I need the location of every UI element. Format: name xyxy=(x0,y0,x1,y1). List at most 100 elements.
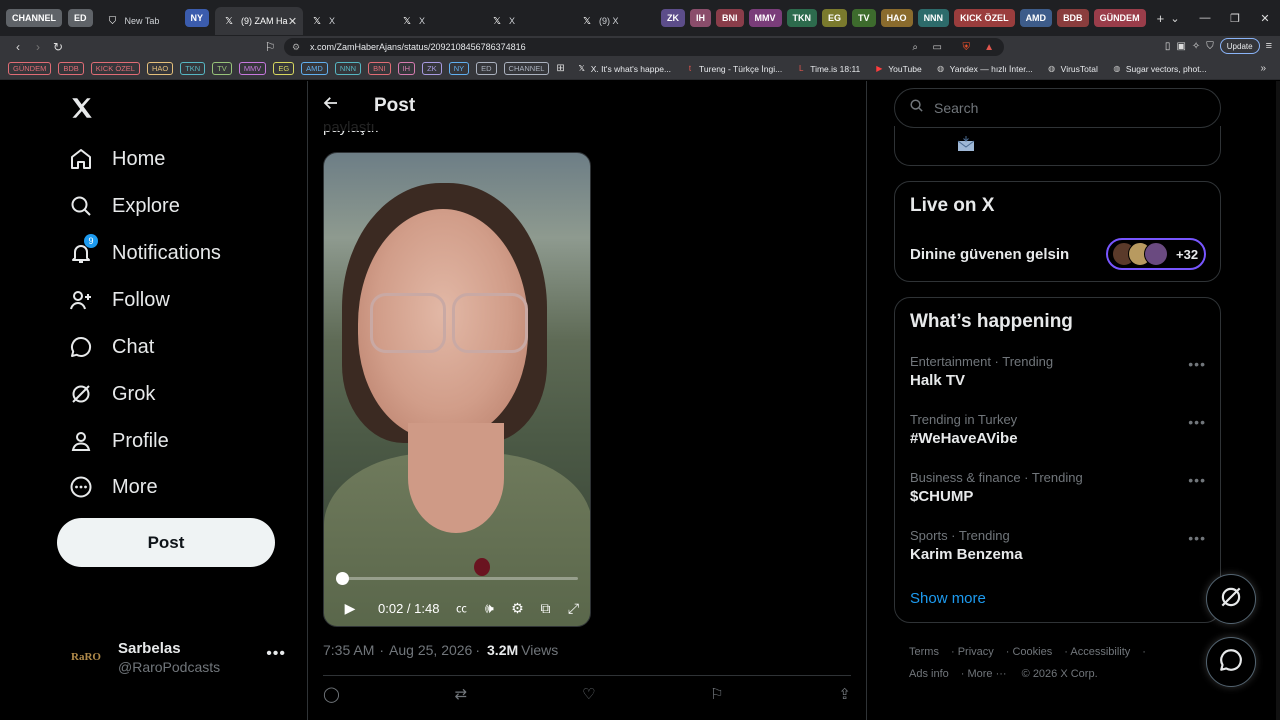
forward-icon[interactable]: › xyxy=(28,40,48,54)
footer-link[interactable]: Cookies xyxy=(1012,646,1052,658)
bookmark-folder-chip[interactable]: ZK xyxy=(422,62,442,75)
tab-zam-haber[interactable]: 𝕏 (9) ZAM Ha ✕ xyxy=(215,7,304,35)
tab-new-tab[interactable]: ⛉ New Tab xyxy=(99,7,185,35)
bookmark-folder-chip[interactable]: BNI xyxy=(368,62,391,75)
footer-link[interactable]: Terms xyxy=(909,646,939,658)
menu-icon[interactable]: ≡ xyxy=(1266,40,1272,52)
nav-profile[interactable]: Profile xyxy=(68,421,169,461)
bookmark-folder-chip[interactable]: ED xyxy=(476,62,497,75)
repost-icon[interactable]: ⇄ xyxy=(455,685,468,703)
brave-shield-icon[interactable]: ⛨ xyxy=(963,42,971,53)
bookmark-link[interactable]: 𝕏 X. It's what's happe... xyxy=(577,64,672,74)
chat-fab-button[interactable] xyxy=(1206,637,1256,687)
bookmark-folder-chip[interactable]: NY xyxy=(448,62,470,75)
tab-group-chip[interactable]: BDB xyxy=(1057,9,1089,27)
live-listeners-pill[interactable]: +32 xyxy=(1106,238,1206,270)
bookmark-icon[interactable]: ⚐ xyxy=(260,40,280,54)
search-input[interactable]: Search xyxy=(894,88,1221,128)
grok-fab-button[interactable] xyxy=(1206,574,1256,624)
bookmark-folder-chip[interactable]: MMV xyxy=(238,62,267,75)
bookmark-folder-chip[interactable]: AMD xyxy=(301,62,328,75)
post-button[interactable]: Post xyxy=(57,518,275,567)
bookmark-folder-chip[interactable]: HAO xyxy=(146,62,174,75)
nav-home[interactable]: Home xyxy=(68,139,165,179)
footer-link[interactable]: More ··· xyxy=(967,668,1006,680)
bookmark-folder-chip[interactable]: NNN xyxy=(334,62,362,75)
bookmark-folder-chip[interactable]: CHANNEL xyxy=(503,62,550,75)
restore-icon[interactable]: ❐ xyxy=(1220,12,1250,25)
tab-group-chip[interactable]: MMV xyxy=(748,9,782,27)
reply-icon[interactable]: ◯ xyxy=(323,685,340,703)
wallet-icon[interactable]: ▣ xyxy=(1176,41,1185,52)
rewards-icon[interactable]: ▲ xyxy=(984,42,994,53)
show-more-link[interactable]: Show more xyxy=(910,590,986,607)
tab-group-chip[interactable]: ZK xyxy=(661,9,686,27)
more-dots-icon[interactable]: ••• xyxy=(266,645,286,663)
video-player[interactable]: ▶ 0:02 / 1:48 ㏄ 🕪 ⚙ ⧉ ⤢ xyxy=(323,152,591,627)
tab-group-ny[interactable]: NY xyxy=(184,9,210,27)
tab-group-chip[interactable]: EG xyxy=(822,9,848,27)
more-dots-icon[interactable]: ••• xyxy=(1188,530,1206,546)
more-dots-icon[interactable]: ••• xyxy=(1188,472,1206,488)
post-time[interactable]: 7:35 AM xyxy=(323,642,374,658)
back-arrow-icon[interactable] xyxy=(322,94,352,118)
nav-grok[interactable]: Grok xyxy=(68,374,155,414)
page-scrollbar[interactable] xyxy=(1276,81,1280,720)
zoom-icon[interactable]: ⌕ xyxy=(912,42,918,53)
tab-group-channel[interactable]: CHANNEL xyxy=(6,9,62,27)
bookmark-folder-chip[interactable]: BDB xyxy=(58,62,84,75)
picture-in-picture-icon[interactable]: ⧉ xyxy=(531,600,559,617)
trend-item[interactable]: Sports · Trending Karim Benzema ••• xyxy=(910,528,1210,563)
video-progress-bar[interactable] xyxy=(338,577,578,580)
video-scrubber-handle[interactable] xyxy=(336,572,349,585)
tab-group-chip[interactable]: HAO xyxy=(880,9,913,27)
back-icon[interactable]: ‹ xyxy=(8,40,28,54)
tab-x-1[interactable]: 𝕏 X xyxy=(303,7,393,35)
footer-link[interactable]: Accessibility xyxy=(1070,646,1130,658)
reload-icon[interactable]: ↻ xyxy=(48,40,68,54)
nav-notifications[interactable]: 9 Notifications xyxy=(68,233,221,273)
bookmark-folder-chip[interactable]: KICK ÖZEL xyxy=(90,62,140,75)
close-window-icon[interactable]: ✕ xyxy=(1250,12,1280,25)
bookmark-link[interactable]: ▶ YouTube xyxy=(874,64,921,74)
bookmark-folder-chip[interactable]: IH xyxy=(397,62,416,75)
bookmark-link[interactable]: ◍ VirusTotal xyxy=(1047,64,1098,74)
volume-icon[interactable]: 🕪 xyxy=(475,600,503,617)
bookmark-link[interactable]: L Time.is 18:11 xyxy=(796,64,860,74)
vpn-icon[interactable]: ⛉ xyxy=(1206,41,1214,52)
tab-group-chip[interactable]: IH xyxy=(690,9,712,27)
bookmark-link[interactable]: ◍ Sugar vectors, phot... xyxy=(1112,64,1206,74)
more-dots-icon[interactable]: ••• xyxy=(1188,356,1206,372)
like-icon[interactable]: ♡ xyxy=(582,685,595,703)
bookmark-folder-chip[interactable]: TV xyxy=(212,62,232,75)
tab-search-icon[interactable]: ⌄ xyxy=(1160,12,1190,25)
tab-group-chip[interactable]: NNN xyxy=(917,9,950,27)
nav-chat[interactable]: Chat xyxy=(68,327,154,367)
tab-x-3[interactable]: 𝕏 X xyxy=(483,7,573,35)
footer-link[interactable]: Ads info xyxy=(909,668,949,680)
tab-group-chip[interactable]: AMD xyxy=(1019,9,1053,27)
bookmark-folder-chip[interactable]: EG xyxy=(273,62,295,75)
tab-group-chip[interactable]: TKN xyxy=(786,9,818,27)
tab-group-chip[interactable]: KICK ÖZEL xyxy=(954,9,1015,27)
bookmark-link[interactable]: ◍ Yandex — hızlı İnter... xyxy=(936,64,1033,74)
minimize-icon[interactable]: — xyxy=(1190,12,1220,24)
settings-icon[interactable]: ⚙ xyxy=(503,600,531,617)
bookmark-link[interactable]: t Tureng - Türkçe İngi... xyxy=(685,64,782,74)
nav-more[interactable]: More xyxy=(68,467,158,507)
trend-item[interactable]: Trending in Turkey #WeHaveAVibe ••• xyxy=(910,412,1210,447)
bookmark-post-icon[interactable]: ⚐ xyxy=(710,685,723,703)
footer-link[interactable]: Privacy xyxy=(958,646,994,658)
nav-follow[interactable]: Follow xyxy=(68,280,170,320)
bookmark-folder-chip[interactable]: TKN xyxy=(180,62,206,75)
x-logo-icon[interactable] xyxy=(69,95,95,128)
trend-item[interactable]: Entertainment · Trending Halk TV ••• xyxy=(910,354,1210,389)
tab-group-chip[interactable]: BNI xyxy=(716,9,744,27)
tab-group-chip[interactable]: TV xyxy=(852,9,876,27)
tab-group-ed[interactable]: ED xyxy=(68,9,93,27)
tab-group-chip[interactable]: GÜNDEM xyxy=(1093,9,1146,27)
play-icon[interactable]: ▶ xyxy=(336,600,364,617)
nav-explore[interactable]: Explore xyxy=(68,186,180,226)
url-field[interactable]: ⚙ x.com/ZamHaberAjans/status/20921084567… xyxy=(284,38,1004,56)
bookmark-folder-chip[interactable]: GÜNDEM xyxy=(8,62,52,75)
